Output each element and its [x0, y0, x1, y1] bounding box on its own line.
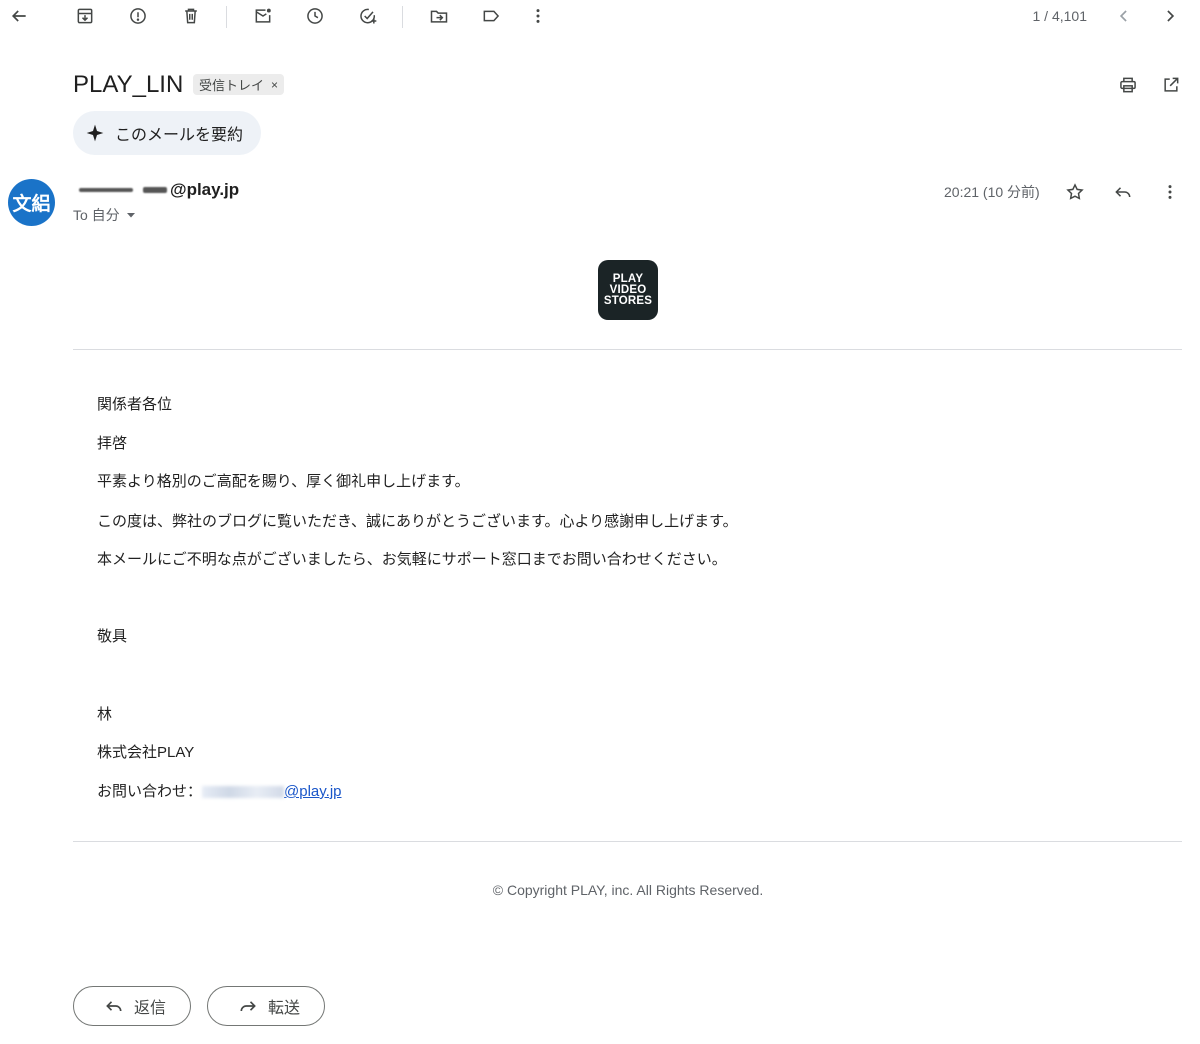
add-to-tasks-button[interactable]	[353, 1, 383, 31]
inbox-label-chip[interactable]: 受信トレイ ×	[193, 74, 285, 95]
back-button[interactable]	[4, 1, 34, 31]
more-vert-icon	[1168, 185, 1172, 199]
copyright: © Copyright PLAY, inc. All Rights Reserv…	[492, 882, 764, 898]
reply-label: 返信	[134, 1000, 167, 1017]
label-icon	[483, 10, 500, 22]
snooze-button[interactable]	[300, 1, 330, 31]
dropdown-arrow-icon	[126, 213, 135, 218]
signature-company: 株式会社PLAY	[97, 744, 195, 761]
summarize-label: このメールを要約	[115, 127, 244, 144]
body-paragraph: 本メールにご不明な点がございましたら、お気軽にサポート窓口までお問い合わせくださ…	[97, 551, 727, 568]
reply-icon	[1115, 187, 1131, 198]
delete-icon	[185, 8, 197, 24]
report-spam-icon	[130, 8, 146, 24]
summarize-email-button[interactable]: このメールを要約	[73, 111, 262, 155]
avatar[interactable]: 文絽	[8, 179, 55, 226]
delete-button[interactable]	[176, 1, 206, 31]
closing: 敬具	[97, 628, 128, 645]
sparkle-icon	[86, 124, 104, 142]
recipient-text: To 自分	[73, 207, 120, 223]
play-video-stores-logo: PLAY VIDEO STORES	[598, 260, 658, 320]
recipient-details[interactable]: To 自分	[73, 205, 136, 225]
reply-icon-button[interactable]	[1108, 177, 1138, 207]
message-counter: 1 / 4,101	[1032, 8, 1088, 24]
move-to-button[interactable]	[424, 1, 454, 31]
contact-email-link[interactable]: @play.jp	[202, 783, 342, 800]
toolbar-divider	[226, 6, 227, 28]
message-more-button[interactable]	[1155, 177, 1185, 207]
forward-label: 転送	[268, 1000, 301, 1017]
label-button[interactable]	[476, 1, 506, 31]
mark-unread-icon	[255, 8, 271, 23]
next-chevron-icon	[1167, 10, 1175, 22]
older-button[interactable]	[1155, 1, 1185, 31]
redacted-address	[202, 786, 285, 799]
more-vert-icon	[536, 9, 540, 23]
redacted-name	[73, 183, 168, 197]
divider	[73, 349, 1182, 350]
sender-email-domain: @play.jp	[170, 180, 240, 199]
move-to-icon	[430, 10, 448, 23]
print-icon	[1120, 77, 1136, 93]
star-button[interactable]	[1060, 177, 1090, 207]
open-in-new-icon	[1164, 77, 1179, 92]
toolbar-divider	[402, 6, 403, 28]
report-spam-button[interactable]	[123, 1, 153, 31]
more-options-button[interactable]	[523, 1, 553, 31]
timestamp: 20:21 (10 分前)	[944, 184, 1040, 200]
star-icon	[1066, 183, 1084, 200]
back-arrow-icon	[11, 10, 26, 22]
forward-button[interactable]: 転送	[207, 986, 326, 1026]
newer-button[interactable]	[1109, 1, 1139, 31]
archive-icon	[77, 8, 93, 24]
email-subject: PLAY_LIN	[73, 71, 184, 98]
divider	[73, 841, 1182, 842]
greeting: 関係者各位	[97, 396, 173, 413]
body-paragraph: この度は、弊社のブログに覧いただき、誠にありがとうございます。心より感謝申し上げ…	[97, 513, 738, 530]
archive-button[interactable]	[70, 1, 100, 31]
reply-button[interactable]: 返信	[73, 986, 192, 1026]
remove-label-icon[interactable]: ×	[271, 78, 278, 92]
forward-icon	[240, 1001, 256, 1012]
mark-unread-button[interactable]	[248, 1, 278, 31]
reply-icon	[106, 1001, 122, 1012]
contact-line: お問い合わせ： @play.jp	[97, 780, 342, 801]
signature-name: 林	[97, 706, 113, 723]
contact-label: お問い合わせ：	[97, 783, 203, 800]
print-button[interactable]	[1113, 70, 1143, 100]
prev-chevron-icon	[1119, 10, 1127, 22]
add-to-tasks-icon	[360, 8, 377, 24]
opening: 拝啓	[97, 435, 128, 452]
open-in-new-window-button[interactable]	[1156, 70, 1186, 100]
label-text: 受信トレイ	[199, 78, 265, 93]
body-paragraph: 平素より格別のご高配を賜り、厚く御礼申し上げます。	[97, 473, 470, 490]
sender-email[interactable]: @play.jp	[73, 180, 239, 200]
snooze-icon	[307, 8, 323, 24]
